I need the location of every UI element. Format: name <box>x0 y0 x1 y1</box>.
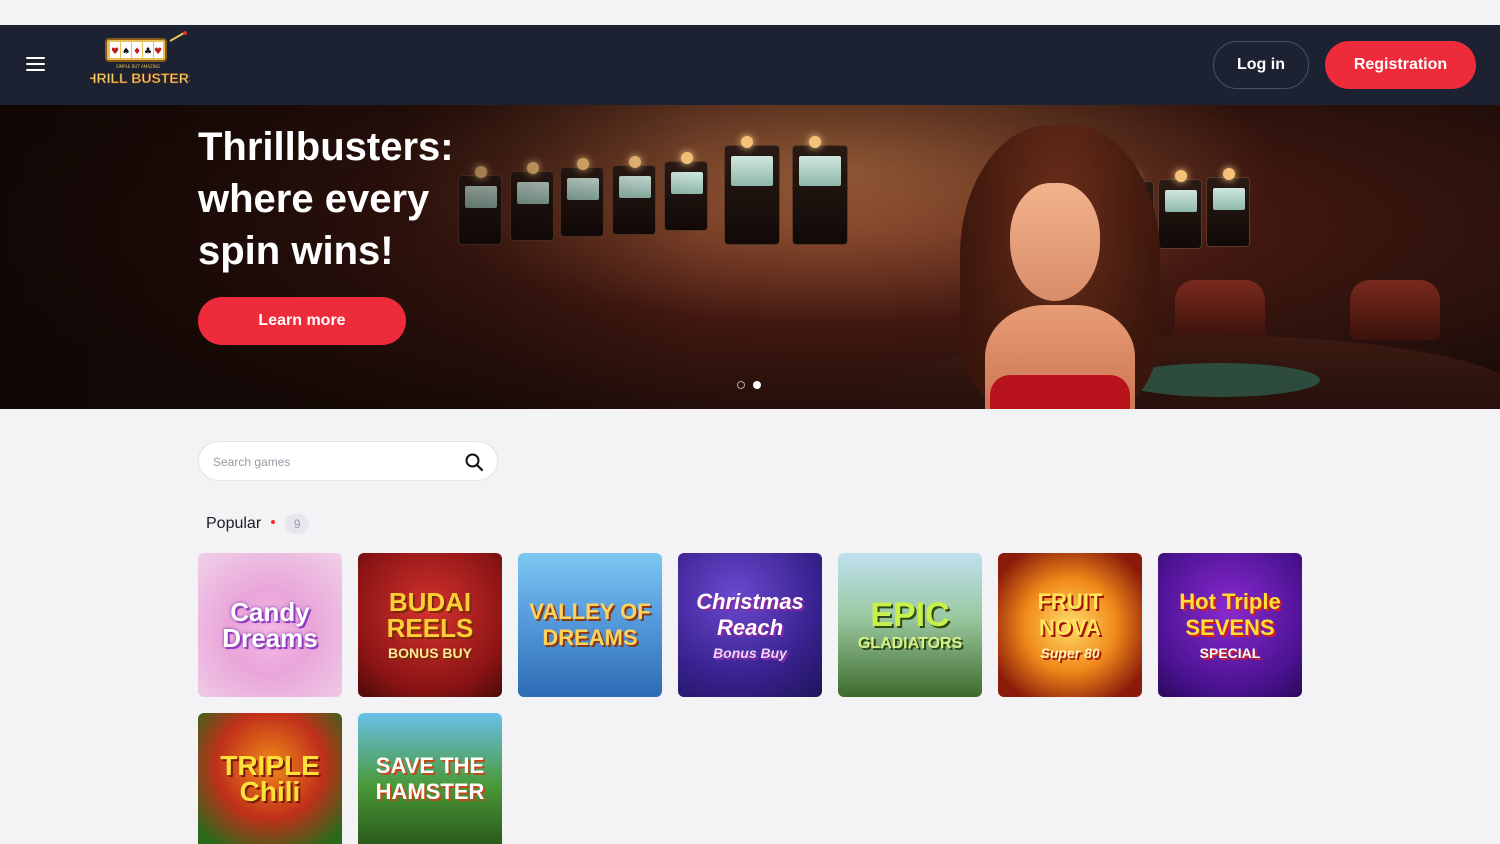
game-tile-valley-of-dreams[interactable]: VALLEY OF DREAMS <box>518 553 662 697</box>
count-badge: 9 <box>285 514 310 534</box>
svg-text:♥: ♥ <box>111 47 119 57</box>
search-games-box <box>198 441 498 481</box>
section-title: Popular <box>206 515 262 532</box>
section-dot <box>271 520 276 524</box>
svg-text:♥: ♥ <box>154 47 162 57</box>
game-tile-candy-dreams[interactable]: Candy Dreams <box>198 553 342 697</box>
slot-machine-illustration <box>724 136 780 245</box>
svg-text:THRILL BUSTERS: THRILL BUSTERS <box>90 70 190 86</box>
game-title-text: BUDAI REELS <box>386 587 474 643</box>
hostess-face-illustration <box>1010 183 1100 301</box>
game-title: BUDAI REELS BONUS BUY <box>358 589 502 661</box>
game-title-text: Christmas Reach <box>696 589 804 640</box>
game-tile-save-the-hamster[interactable]: SAVE THE HAMSTER <box>358 713 502 844</box>
chair-illustration <box>1175 280 1265 340</box>
game-title: Hot Triple SEVENS SPECIAL <box>1158 589 1302 661</box>
svg-text:SIMPLE BUT AMAZING: SIMPLE BUT AMAZING <box>116 64 160 69</box>
game-tile-triple-chili[interactable]: TRIPLE Chili <box>198 713 342 844</box>
login-button[interactable]: Log in <box>1213 41 1309 89</box>
svg-text:♠: ♠ <box>122 47 130 57</box>
game-subtitle: BONUS BUY <box>387 645 472 661</box>
hero-title-line: Thrillbusters: <box>198 125 454 169</box>
carousel-dot-1[interactable] <box>737 381 745 389</box>
carousel-dots <box>737 381 761 389</box>
game-title: Candy Dreams <box>198 599 342 651</box>
game-title-text: EPIC <box>870 596 950 634</box>
game-subtitle: SPECIAL <box>1199 645 1261 661</box>
game-tile-budai-reels[interactable]: BUDAI REELS BONUS BUY <box>358 553 502 697</box>
hostess-dress-illustration <box>990 375 1130 409</box>
game-title: SAVE THE HAMSTER <box>358 753 502 805</box>
registration-button[interactable]: Registration <box>1325 41 1476 89</box>
game-tile-epic-gladiators[interactable]: EPIC GLADIATORS <box>838 553 982 697</box>
game-title: EPIC GLADIATORS <box>852 598 968 652</box>
hero-title: Thrillbusters: where every spin wins! <box>198 121 498 277</box>
search-icon[interactable] <box>464 452 484 472</box>
game-title-text: FRUIT NOVA <box>1037 589 1103 640</box>
slot-machine-illustration <box>1158 170 1202 249</box>
game-title: TRIPLE Chili <box>198 749 342 807</box>
game-title: FRUIT NOVA Super 80 <box>998 589 1142 661</box>
game-title-text: SAVE THE HAMSTER <box>375 752 485 804</box>
game-title-text: VALLEY OF DREAMS <box>529 599 651 650</box>
game-title-text: Candy Dreams <box>222 597 318 653</box>
popular-section-header: Popular 9 <box>206 514 310 534</box>
game-title-text: Hot Triple SEVENS <box>1179 589 1281 640</box>
top-strip <box>0 0 1500 25</box>
game-subtitle: Bonus Buy <box>713 645 787 661</box>
game-title: VALLEY OF DREAMS <box>518 599 662 651</box>
carousel-dot-2[interactable] <box>753 381 761 389</box>
hero-banner: Thrillbusters: where every spin wins! Le… <box>0 105 1500 409</box>
hero-title-line: where every <box>198 177 430 221</box>
hamburger-menu-icon[interactable] <box>22 53 50 77</box>
slot-machine-illustration <box>792 136 848 245</box>
thrillbusters-logo[interactable]: ♥ ♠ ♦ ♣ ♥ SIMPLE BUT AMAZING THRILL BUST… <box>78 31 198 97</box>
game-tile-hot-triple-sevens[interactable]: Hot Triple SEVENS SPECIAL <box>1158 553 1302 697</box>
search-input[interactable] <box>213 452 453 472</box>
chair-illustration <box>1350 280 1440 340</box>
learn-more-button[interactable]: Learn more <box>198 297 406 345</box>
game-tile-fruit-nova[interactable]: FRUIT NOVA Super 80 <box>998 553 1142 697</box>
svg-text:♣: ♣ <box>144 47 152 57</box>
hero-title-line: spin wins! <box>198 229 394 273</box>
game-subtitle: Super 80 <box>1040 645 1100 661</box>
svg-text:♦: ♦ <box>133 47 141 57</box>
site-header: ♥ ♠ ♦ ♣ ♥ SIMPLE BUT AMAZING THRILL BUST… <box>0 25 1500 105</box>
game-title: Christmas Reach Bonus Buy <box>678 589 822 661</box>
slot-machine-illustration <box>1206 168 1250 247</box>
game-title-text: TRIPLE Chili <box>220 749 320 807</box>
game-tile-christmas-reach[interactable]: Christmas Reach Bonus Buy <box>678 553 822 697</box>
game-subtitle: GLADIATORS <box>857 635 963 652</box>
